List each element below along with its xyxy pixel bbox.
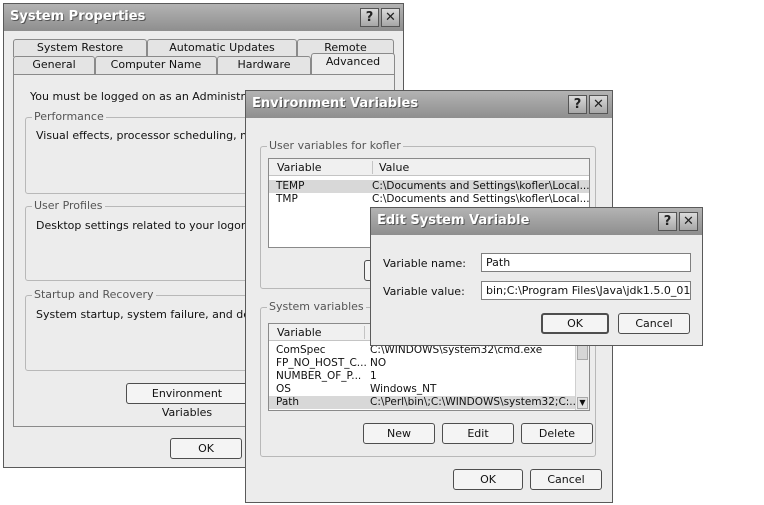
close-icon[interactable]: ✕ — [381, 8, 400, 27]
help-icon[interactable]: ? — [568, 95, 587, 114]
list-item[interactable]: NUMBER_OF_P... 1 — [269, 370, 589, 383]
edit-dialog-ok-button[interactable]: OK — [541, 313, 609, 334]
variable-name: OS — [276, 383, 291, 395]
variable-name-label: Variable name: — [383, 257, 466, 270]
tab-general[interactable]: General — [13, 56, 95, 74]
system-new-button[interactable]: New — [363, 423, 435, 444]
variable-value: C:\Documents and Settings\kofler\Local..… — [372, 180, 590, 192]
tab-advanced[interactable]: Advanced — [311, 53, 395, 74]
variable-value: NO — [370, 357, 387, 369]
variable-value-label: Variable value: — [383, 285, 465, 298]
edit-dialog-titlebar[interactable]: Edit System Variable ? ✕ — [371, 208, 702, 235]
environment-cancel-button[interactable]: Cancel — [530, 469, 602, 490]
column-header-value[interactable]: Value — [372, 161, 409, 174]
column-header-variable[interactable]: Variable — [277, 326, 322, 339]
variable-name: NUMBER_OF_P... — [276, 370, 362, 382]
system-edit-button[interactable]: Edit — [442, 423, 514, 444]
list-item[interactable]: FP_NO_HOST_C... NO — [269, 357, 589, 370]
window-title: System Properties — [10, 9, 146, 24]
variable-name: Path — [276, 396, 300, 408]
user-profiles-text: Desktop settings related to your logon — [36, 219, 248, 232]
variable-name: ComSpec — [276, 344, 326, 356]
tab-automatic-updates[interactable]: Automatic Updates — [147, 39, 297, 57]
variable-name-field[interactable]: Path — [481, 253, 691, 272]
environment-variables-button[interactable]: Environment Variables — [126, 383, 248, 419]
variable-value: Windows_NT — [370, 383, 437, 395]
list-item[interactable]: Path C:\Perl\bin\;C:\WINDOWS\system32;C:… — [269, 396, 579, 409]
variable-value: C:\Perl\bin\;C:\WINDOWS\system32;C:... — [370, 396, 580, 408]
environment-ok-button[interactable]: OK — [453, 469, 523, 490]
help-icon[interactable]: ? — [360, 8, 379, 27]
close-icon[interactable]: ✕ — [589, 95, 608, 114]
chevron-down-icon[interactable]: ▼ — [577, 397, 588, 409]
environment-variables-titlebar[interactable]: Environment Variables ? ✕ — [246, 91, 612, 118]
user-profiles-label: User Profiles — [32, 199, 105, 212]
performance-label: Performance — [32, 110, 106, 123]
close-icon[interactable]: ✕ — [679, 212, 698, 231]
variable-name: TMP — [276, 193, 298, 205]
system-properties-titlebar[interactable]: System Properties ? ✕ — [4, 4, 403, 31]
system-delete-button[interactable]: Delete — [521, 423, 593, 444]
tab-system-restore[interactable]: System Restore — [13, 39, 147, 57]
variable-value: C:\Documents and Settings\kofler\Local..… — [372, 193, 590, 205]
list-item[interactable]: TEMP C:\Documents and Settings\kofler\Lo… — [269, 180, 589, 193]
variable-name: TEMP — [276, 180, 305, 192]
system-variables-label: System variables — [267, 300, 366, 313]
variable-value: 1 — [370, 370, 377, 382]
list-item[interactable]: TMP C:\Documents and Settings\kofler\Loc… — [269, 193, 589, 206]
edit-dialog-cancel-button[interactable]: Cancel — [618, 313, 690, 334]
system-properties-ok-button[interactable]: OK — [170, 438, 242, 459]
startup-recovery-label: Startup and Recovery — [32, 288, 156, 301]
edit-system-variable-dialog: Edit System Variable ? ✕ Variable name: … — [370, 207, 703, 346]
list-item[interactable]: OS Windows_NT — [269, 383, 589, 396]
help-icon[interactable]: ? — [658, 212, 677, 231]
window-title: Edit System Variable — [377, 213, 530, 228]
tab-hardware[interactable]: Hardware — [217, 56, 311, 74]
variable-value-field[interactable]: bin;C:\Program Files\Java\jdk1.5.0_01\bi… — [481, 281, 691, 300]
window-title: Environment Variables — [252, 96, 419, 111]
user-variables-label: User variables for kofler — [267, 139, 403, 152]
scroll-thumb[interactable] — [577, 344, 588, 360]
list-header: Variable Value — [269, 159, 589, 176]
column-header-variable[interactable]: Variable — [277, 161, 322, 174]
variable-name: FP_NO_HOST_C... — [276, 357, 367, 369]
tab-computer-name[interactable]: Computer Name — [95, 56, 217, 74]
